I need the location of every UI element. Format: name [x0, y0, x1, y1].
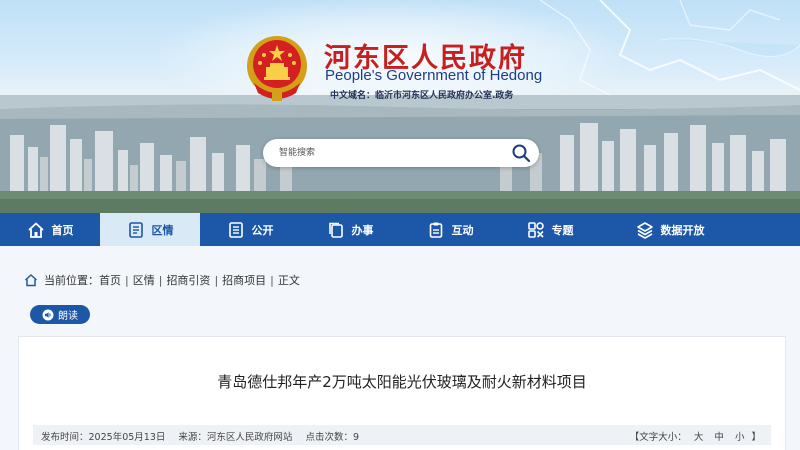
breadcrumb-item-home[interactable]: 首页 [99, 272, 121, 288]
publish-date-value: 2025年05月13日 [88, 432, 166, 443]
font-size-medium-button[interactable]: 中 [714, 432, 724, 443]
breadcrumb-label: 当前位置： [44, 274, 99, 287]
search-input[interactable] [279, 143, 499, 163]
breadcrumb-item-projects[interactable]: 招商项目 [222, 272, 266, 288]
nav-item-services[interactable]: 办事 [300, 213, 400, 246]
nav-item-open-data[interactable]: 数据开放 [600, 213, 740, 246]
font-size-small-button[interactable]: 小 [735, 432, 745, 443]
clicks-value: 9 [352, 432, 360, 443]
font-size-large-button[interactable]: 大 [694, 432, 704, 443]
layers-icon [636, 221, 653, 239]
nav-item-district-info[interactable]: 区情 [100, 213, 200, 246]
map-outline-decoration [539, 0, 800, 96]
copy-icon [328, 222, 343, 238]
font-size-control: 【文字大小： 大 中 小 】 [630, 429, 761, 443]
article-meta-info: 发布时间：2025年05月13日 来源：河东区人民政府网站 点击次数：9 [41, 429, 369, 443]
domain-line: 中文域名：临沂市河东区人民政府办公室.政务 [330, 91, 514, 101]
breadcrumb: 当前位置： 首页 | 区情 | 招商引资 | 招商项目 | 正文 [24, 272, 300, 288]
breadcrumb-item-investment[interactable]: 招商引资 [166, 272, 210, 288]
search-icon[interactable] [511, 143, 531, 163]
breadcrumb-item-district[interactable]: 区情 [133, 272, 155, 288]
read-aloud-label: 朗读 [58, 311, 78, 322]
breadcrumb-item-current: 正文 [277, 274, 300, 287]
clipboard-icon [429, 222, 442, 238]
article-card: 青岛德仕邦年产2万吨太阳能光伏玻璃及耐火新材料项目 发布时间：2025年05月1… [18, 336, 786, 450]
search-box [263, 139, 539, 167]
header-banner: 河东区人民政府 People's Government of Hedong 中文… [0, 0, 800, 213]
nav-item-public[interactable]: 公开 [200, 213, 300, 246]
list-icon [228, 221, 243, 238]
speaker-icon [42, 309, 54, 320]
article-title: 青岛德仕邦年产2万吨太阳能光伏玻璃及耐火新材料项目 [217, 373, 587, 391]
source: 来源：河东区人民政府网站 [178, 432, 292, 443]
font-size-label-close: 】 [751, 432, 761, 443]
breadcrumb-separator: | [214, 273, 219, 287]
nav-item-topics[interactable]: 专题 [500, 213, 600, 246]
nav-item-interaction[interactable]: 互动 [400, 213, 500, 246]
site-title-english: People's Government of Hedong [325, 67, 543, 84]
read-aloud-button[interactable]: 朗读 [30, 305, 90, 324]
breadcrumb-separator: | [125, 273, 129, 287]
nav-label: 数据开放 [660, 223, 705, 237]
main-nav: 首页 区情 公开 办事 互动 专题 数据开放 [0, 213, 800, 246]
home-icon [24, 274, 38, 287]
publish-label: 发布时间： [41, 432, 89, 443]
nav-label: 专题 [551, 223, 574, 237]
font-size-label-open: 【文字大小： [629, 432, 687, 443]
national-emblem-icon [247, 36, 307, 101]
breadcrumb-separator: | [158, 273, 163, 287]
publish-date: 发布时间：2025年05月13日 [41, 432, 165, 443]
nav-label: 办事 [351, 223, 374, 237]
article-meta-bar: 发布时间：2025年05月13日 来源：河东区人民政府网站 点击次数：9 【文字… [33, 425, 771, 445]
clicks-label: 点击次数： [305, 432, 353, 443]
document-icon [128, 221, 143, 238]
nav-label: 区情 [151, 223, 174, 237]
home-icon [27, 222, 44, 238]
source-value: 河东区人民政府网站 [206, 432, 293, 443]
nav-label: 公开 [251, 223, 274, 237]
topic-icon [527, 221, 544, 238]
nav-label: 互动 [451, 223, 474, 237]
source-label: 来源： [178, 432, 207, 443]
breadcrumb-separator: | [270, 273, 274, 287]
click-count: 点击次数：9 [305, 432, 359, 443]
nav-label: 首页 [51, 223, 74, 237]
nav-item-home[interactable]: 首页 [0, 213, 100, 246]
